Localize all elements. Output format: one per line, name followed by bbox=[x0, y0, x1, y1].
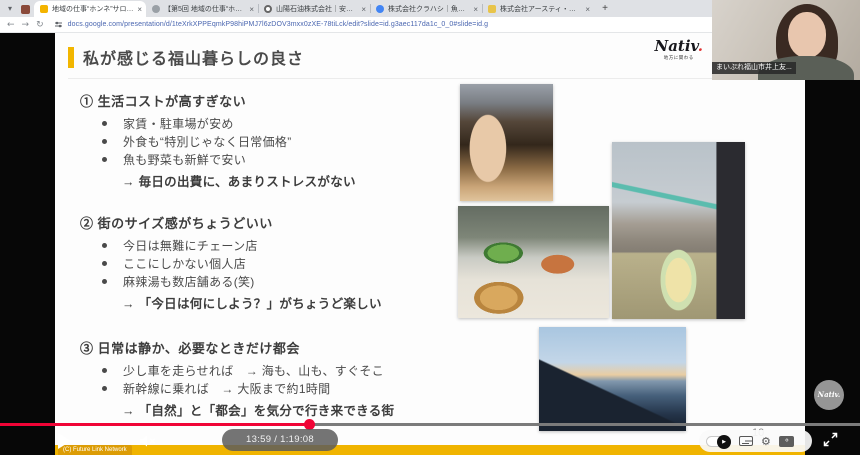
tab-close-icon[interactable]: × bbox=[473, 5, 478, 14]
list-item: 少し車を走らせれば → 海も、山も、すぐそこ bbox=[102, 364, 540, 378]
play-button[interactable] bbox=[58, 433, 71, 449]
seaside-dusk-photo bbox=[539, 327, 686, 431]
slides-favicon-icon bbox=[40, 5, 48, 13]
extension-icon[interactable] bbox=[21, 5, 30, 14]
tune-icon bbox=[54, 20, 63, 29]
title-divider bbox=[68, 78, 780, 79]
tab-label: 【第5回 地域の仕事“ホンネ”サロ bbox=[164, 4, 246, 14]
subtitles-icon[interactable] bbox=[739, 436, 753, 446]
list-item: 魚も野菜も新鮮で安い bbox=[102, 153, 500, 167]
bullet-dot bbox=[102, 261, 107, 266]
webcam-person-face bbox=[788, 12, 826, 58]
autoplay-toggle[interactable]: ▶ bbox=[706, 436, 731, 447]
tab-label: 株式会社アースティ・システム - よ bbox=[500, 4, 582, 14]
starbucks-drink-photo bbox=[612, 142, 745, 319]
theater-mode-icon[interactable]: ‹› bbox=[779, 436, 794, 447]
section-heading: ① 生活コストが高すぎない bbox=[80, 91, 500, 110]
bullet-dot bbox=[102, 157, 107, 162]
forward-icon[interactable]: → bbox=[22, 20, 30, 30]
volume-muted-icon bbox=[139, 434, 159, 448]
bullet-dot bbox=[102, 368, 107, 373]
list-item: 麻辣湯も数店舗ある(笑) bbox=[102, 275, 500, 289]
tab-sanyo-sekiyu[interactable]: 山陽石油株式会社｜安心・安全 × bbox=[258, 1, 370, 17]
bullet-dot bbox=[102, 279, 107, 284]
tab-close-icon[interactable]: × bbox=[585, 5, 590, 14]
tab-favicon-icon bbox=[264, 5, 272, 13]
webcam-overlay: まいぷれ福山市井上友... bbox=[712, 0, 860, 80]
list-item: 新幹線に乗れば → 大阪まで約1時間 bbox=[102, 382, 540, 396]
bamboo-shoots-photo bbox=[460, 84, 553, 201]
tab-honne-salon[interactable]: 【第5回 地域の仕事“ホンネ”サロ × bbox=[146, 1, 258, 17]
section-conclusion: → 「自然」と「都会」を気分で行き来できる街 bbox=[122, 400, 540, 419]
bullet-text: 少し車を走らせれば → 海も、山も、すぐそこ bbox=[123, 364, 384, 378]
autoplay-play-icon: ▶ bbox=[717, 435, 731, 449]
section-conclusion: → 毎日の出費に、あまりストレスがない bbox=[122, 171, 500, 190]
bullet-dot bbox=[102, 121, 107, 126]
back-icon[interactable]: ← bbox=[7, 20, 15, 30]
player-controls-left bbox=[0, 426, 220, 455]
bullet-dot bbox=[102, 139, 107, 144]
tab-slides[interactable]: 地域の仕事“ホンネ”サロン—福山 × bbox=[34, 1, 146, 17]
title-accent-bar bbox=[68, 47, 74, 68]
list-item: 外食も“特別じゃなく日常価格” bbox=[102, 135, 500, 149]
tab-close-icon[interactable]: × bbox=[249, 5, 254, 14]
tab-close-icon[interactable]: × bbox=[137, 5, 142, 14]
logo-text: Nativ bbox=[655, 37, 698, 55]
bullet-list: 少し車を走らせれば → 海も、山も、すぐそこ 新幹線に乗れば → 大阪まで約1時… bbox=[80, 364, 540, 396]
slide-canvas: 私が感じる福山暮らしの良さ Nativ. 地方に関わる ① 生活コストが高すぎな… bbox=[55, 33, 805, 455]
bullet-text: 新幹線に乗れば → 大阪まで約1時間 bbox=[123, 382, 330, 396]
section-quiet-city: ③ 日常は静か、必要なときだけ都会 少し車を走らせれば → 海も、山も、すぐそこ… bbox=[80, 338, 540, 419]
bullet-text: 家賃・駐車場が安め bbox=[123, 117, 234, 131]
tab-kurahashi[interactable]: 株式会社クラハシ｜魚市場を運営 × bbox=[370, 1, 482, 17]
bullet-list: 家賃・駐車場が安め 外食も“特別じゃなく日常価格” 魚も野菜も新鮮で安い bbox=[80, 117, 500, 167]
tab-label: 山陽石油株式会社｜安心・安全 bbox=[276, 4, 358, 14]
tab-favicon-icon bbox=[488, 5, 496, 13]
fullscreen-icon[interactable] bbox=[823, 432, 838, 447]
list-item: ここにしかない個人店 bbox=[102, 257, 500, 271]
url-text: docs.google.com/presentation/d/1teXrkXPP… bbox=[68, 21, 489, 28]
settings-gear-icon[interactable]: ⚙ bbox=[761, 436, 771, 447]
bullet-dot bbox=[102, 386, 107, 391]
section-living-cost: ① 生活コストが高すぎない 家賃・駐車場が安め 外食も“特別じゃなく日常価格” … bbox=[80, 91, 500, 190]
bullet-text: 魚も野菜も新鮮で安い bbox=[123, 153, 246, 167]
tab-earthday-system[interactable]: 株式会社アースティ・システム - よ × bbox=[482, 1, 594, 17]
tab-search-chevron-icon[interactable]: ▾ bbox=[3, 3, 17, 16]
slide-title: 私が感じる福山暮らしの良さ bbox=[83, 45, 304, 69]
bullet-text: 麻辣湯も数店舗ある(笑) bbox=[123, 275, 255, 289]
tab-label: 株式会社クラハシ｜魚市場を運営 bbox=[388, 4, 470, 14]
section-heading: ③ 日常は静か、必要なときだけ都会 bbox=[80, 338, 540, 357]
section-city-size: ② 街のサイズ感がちょうどいい 今日は無難にチェーン店 ここにしかない個人店 麻… bbox=[80, 213, 500, 312]
bullet-text: ここにしかない個人店 bbox=[123, 257, 246, 271]
bullet-list: 今日は無難にチェーン店 ここにしかない個人店 麻辣湯も数店舗ある(笑) bbox=[80, 239, 500, 289]
list-item: 家賃・駐車場が安め bbox=[102, 117, 500, 131]
bullet-text: 外食も“特別じゃなく日常価格” bbox=[123, 135, 292, 149]
time-display: 13:59 / 1:19:08 bbox=[222, 429, 338, 451]
new-tab-button[interactable]: + bbox=[598, 2, 612, 16]
left-letterbox bbox=[0, 33, 55, 455]
slide-title-row: 私が感じる福山暮らしの良さ bbox=[68, 45, 304, 69]
tab-favicon-icon bbox=[152, 5, 160, 13]
section-heading: ② 街のサイズ感がちょうどいい bbox=[80, 213, 500, 232]
mute-button[interactable] bbox=[139, 434, 159, 448]
webcam-name-label: まいぷれ福山市井上友... bbox=[712, 62, 796, 74]
reload-icon[interactable]: ↻ bbox=[36, 20, 44, 30]
nativ-watermark: Nativ. bbox=[814, 380, 844, 410]
bullet-dot bbox=[102, 243, 107, 248]
tab-label: 地域の仕事“ホンネ”サロン—福山 bbox=[52, 4, 134, 14]
list-item: 今日は無難にチェーン店 bbox=[102, 239, 500, 253]
section-conclusion: → 「今日は何にしよう？」がちょうど楽しい bbox=[122, 293, 500, 312]
tab-favicon-icon bbox=[376, 5, 384, 13]
logo-tagline: 地方に関わる bbox=[655, 55, 704, 61]
nativ-logo: Nativ. 地方に関わる bbox=[655, 37, 704, 61]
logo-dot: . bbox=[698, 37, 703, 55]
player-controls-right: ▶ ⚙ ‹› bbox=[699, 430, 812, 452]
bullet-text: 今日は無難にチェーン店 bbox=[123, 239, 258, 253]
video-frame: ▾ 地域の仕事“ホンネ”サロン—福山 × 【第5回 地域の仕事“ホンネ”サロ ×… bbox=[0, 0, 860, 455]
picnic-food-photo bbox=[458, 206, 609, 318]
address-field[interactable]: docs.google.com/presentation/d/1teXrkXPP… bbox=[52, 19, 612, 31]
tab-close-icon[interactable]: × bbox=[361, 5, 366, 14]
